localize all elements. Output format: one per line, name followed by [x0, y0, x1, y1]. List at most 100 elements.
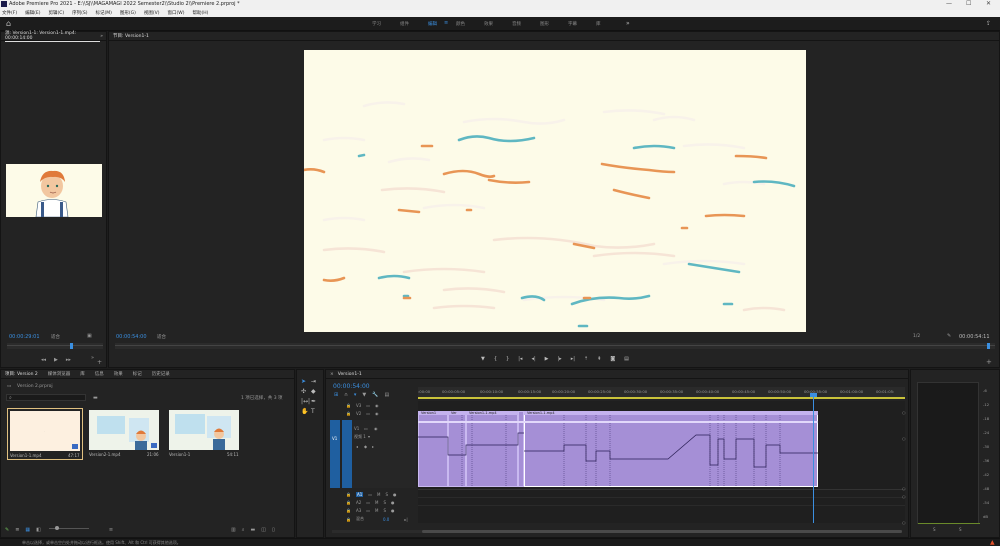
type-tool-icon[interactable]: T — [311, 408, 321, 415]
marker-icon[interactable]: ▼ — [362, 392, 366, 398]
mic-icon[interactable]: ● — [391, 508, 395, 513]
eye-icon[interactable]: ◉ — [375, 403, 379, 408]
mute-icon[interactable]: M — [375, 508, 378, 513]
master-volume[interactable]: 0.0 — [383, 517, 389, 522]
hand-tool-icon[interactable]: ✋ — [301, 408, 311, 415]
menu-view[interactable]: 视图(V) — [144, 10, 160, 16]
add-marker-icon[interactable]: ▾ — [354, 392, 357, 398]
track-label[interactable]: V3 — [356, 403, 361, 408]
timeline-playhead-handle[interactable] — [810, 393, 817, 397]
find-icon[interactable]: ⌕ — [242, 527, 245, 533]
eye-icon[interactable]: ◉ — [374, 426, 378, 431]
project-item[interactable]: · Version1-1.mp4 47:17 — [7, 408, 83, 460]
sort-icon[interactable]: ≡ — [109, 527, 113, 533]
play-icon[interactable]: ▶ — [54, 357, 58, 363]
track-select-tool-icon[interactable]: ⇥ — [311, 378, 321, 385]
zoom-slider-handle[interactable] — [55, 526, 59, 530]
mute-icon[interactable]: M — [375, 500, 378, 505]
solo-right-button[interactable]: S — [959, 527, 962, 532]
timeline-playhead[interactable] — [813, 395, 814, 523]
minimize-button[interactable]: — — [946, 0, 952, 7]
scroll-handle[interactable]: ○ — [902, 410, 906, 415]
warning-icon[interactable]: ▲ — [990, 539, 995, 546]
freeform-view-icon[interactable]: ◧ — [36, 527, 41, 533]
workspace-menu-icon[interactable]: ≡ — [444, 20, 448, 26]
source-playhead[interactable] — [70, 343, 73, 349]
track-label[interactable]: A1 — [355, 492, 364, 497]
clear-icon[interactable]: ▯ — [272, 527, 275, 533]
sync-lock-icon[interactable]: ▭ — [366, 411, 370, 416]
project-item[interactable]: Version1-1 54:11 — [167, 408, 243, 460]
timeline-timecode[interactable]: 00:00:54:00 — [333, 383, 370, 390]
program-playhead[interactable] — [987, 343, 990, 349]
menu-edit[interactable]: 编辑(E) — [25, 10, 40, 16]
dropdown-icon[interactable]: ▾ — [368, 434, 370, 439]
horizontal-zoom-scrollbar[interactable] — [332, 530, 902, 533]
track-area[interactable]: Version1 Ver Version1-1.mp4 Version1-1.m… — [418, 393, 905, 523]
track-label[interactable]: V2 — [356, 411, 361, 416]
workspace-audio[interactable]: 音频 — [512, 21, 521, 27]
home-icon[interactable]: ⌂ — [6, 19, 11, 28]
selection-tool-icon[interactable]: ➤ — [301, 378, 311, 385]
mark-in-icon[interactable]: { — [494, 356, 497, 362]
go-to-out-icon[interactable]: ▸| — [571, 356, 575, 362]
workspace-libraries[interactable]: 库 — [596, 21, 601, 27]
workspace-captions[interactable]: 字幕 — [568, 21, 577, 27]
keyframe-add-icon[interactable]: ◆ — [364, 444, 367, 449]
export-frame-icon[interactable]: ◙ — [610, 356, 615, 362]
program-add-button-icon[interactable]: + — [986, 358, 992, 366]
track-label[interactable]: V1 — [354, 426, 359, 431]
menu-sequence[interactable]: 序列(S) — [72, 10, 87, 16]
timeline-tab[interactable]: Version1-1 — [338, 372, 362, 377]
lock-icon[interactable]: 🔒 — [346, 508, 351, 513]
sync-lock-icon[interactable]: ▭ — [366, 508, 370, 513]
program-resolution-dropdown[interactable]: 1/2 — [913, 334, 920, 339]
slip-tool-icon[interactable]: |↔| — [301, 398, 311, 405]
captions-icon[interactable]: ▤ — [384, 392, 389, 398]
program-fit-dropdown[interactable]: 适合 — [157, 334, 166, 340]
menu-window[interactable]: 窗口(W) — [168, 10, 185, 16]
scroll-handle[interactable]: ○ — [902, 436, 906, 441]
lift-icon[interactable]: ⇡ — [584, 356, 588, 362]
project-search-input[interactable]: ⌕ — [6, 394, 86, 401]
tab-history[interactable]: 历史记录 — [152, 371, 170, 377]
more-workspaces-icon[interactable]: » — [626, 20, 630, 27]
master-more-icon[interactable]: ▸| — [404, 517, 407, 522]
mic-icon[interactable]: ● — [391, 500, 395, 505]
program-timecode[interactable]: 00:00:54:00 — [116, 334, 147, 340]
scroll-handle[interactable]: ○ — [902, 520, 906, 525]
track-label[interactable]: A2 — [356, 500, 361, 505]
mic-icon[interactable]: ● — [393, 492, 397, 497]
source-more-icon[interactable]: » — [91, 355, 94, 361]
new-item-icon[interactable]: ◫ — [261, 527, 266, 533]
sync-lock-icon[interactable]: ▭ — [368, 492, 372, 497]
linked-selection-icon[interactable]: ∩ — [344, 392, 348, 398]
automate-to-sequence-icon[interactable]: ▥ — [231, 527, 236, 533]
list-view-icon[interactable]: ≣ — [15, 527, 19, 533]
mark-out-icon[interactable]: } — [506, 356, 509, 362]
share-icon[interactable]: ⇪ — [986, 20, 991, 27]
lock-icon[interactable]: 🔒 — [346, 411, 351, 416]
icon-view-icon[interactable]: ▦ — [25, 527, 30, 533]
tab-project[interactable]: 项目: Version 2 — [5, 371, 38, 377]
pencil-icon[interactable]: ✎ — [5, 527, 9, 533]
source-scrubber[interactable] — [7, 343, 103, 349]
workspace-editing[interactable]: 编辑 — [428, 21, 437, 27]
program-tab[interactable]: 节目: Version1-1 — [113, 33, 149, 39]
step-forward-icon[interactable]: |▸ — [558, 356, 562, 362]
source-add-button-icon[interactable]: + — [97, 359, 102, 366]
close-button[interactable]: ✕ — [986, 0, 991, 7]
keyframe-prev-icon[interactable]: ◂ — [356, 444, 358, 449]
solo-icon[interactable]: S — [384, 500, 387, 505]
play-icon[interactable]: ▶ — [545, 356, 549, 362]
scroll-handle[interactable]: ○ — [902, 486, 906, 491]
scroll-handle[interactable]: ○ — [902, 494, 906, 499]
add-marker-icon[interactable]: ▼ — [481, 356, 485, 362]
keyframe-next-icon[interactable]: ▸ — [372, 444, 374, 449]
extract-icon[interactable]: ⇞ — [597, 356, 601, 362]
menu-clip[interactable]: 剪辑(C) — [48, 10, 64, 16]
track-target-v1[interactable] — [342, 420, 352, 488]
snap-icon[interactable]: ⊞ — [334, 392, 338, 398]
new-bin-from-search-icon[interactable]: ▬ — [93, 395, 98, 401]
mute-icon[interactable]: M — [377, 492, 380, 497]
